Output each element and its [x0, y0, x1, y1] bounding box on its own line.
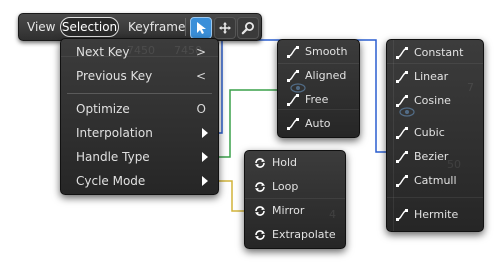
shortcut-label: >	[195, 45, 206, 59]
magnifier-icon	[241, 22, 254, 35]
move-tool-button[interactable]	[214, 17, 236, 39]
search-tool-button[interactable]	[237, 17, 259, 39]
submenu-arrow-icon	[202, 152, 208, 162]
menu-item-optimize[interactable]: Optimize O	[61, 99, 218, 119]
cycle-arrows-icon	[255, 182, 265, 192]
menu-item-mirror[interactable]: Mirror	[245, 200, 345, 222]
menu-item-cosine[interactable]: Cosine	[387, 90, 483, 112]
menu-item-cubic[interactable]: Cubic	[387, 122, 483, 144]
shortcut-label: <	[195, 69, 206, 83]
menu-item-linear[interactable]: Linear	[387, 66, 483, 88]
background-grid-line	[387, 197, 483, 198]
curve-icon	[396, 175, 408, 187]
background-grid-line	[245, 198, 345, 199]
selection-menu: 7450 7450 Next Key > Previous Key < Opti…	[60, 38, 219, 195]
curve-icon	[396, 47, 408, 59]
interpolation-menu: 7 50 Constant Linear Cosine Cubic Bezier…	[386, 39, 484, 232]
menu-item-aligned[interactable]: Aligned	[278, 65, 359, 87]
menu-item-smooth[interactable]: Smooth	[278, 41, 359, 63]
submenu-arrow-icon	[202, 128, 208, 138]
menu-selection[interactable]: Selection	[60, 17, 119, 37]
menu-item-handle-type[interactable]: Handle Type	[61, 147, 218, 167]
menu-view[interactable]: View	[27, 18, 55, 36]
menu-item-next-key[interactable]: Next Key >	[61, 42, 218, 62]
cycle-arrows-icon	[255, 230, 265, 240]
menu-item-previous-key[interactable]: Previous Key <	[61, 66, 218, 86]
cycle-arrows-icon	[255, 158, 265, 168]
move-cross-icon	[219, 22, 231, 34]
menu-item-auto[interactable]: Auto	[278, 113, 359, 135]
menu-item-extrapolate[interactable]: Extrapolate	[245, 224, 345, 246]
toolbar-divider	[185, 18, 186, 36]
arrow-cursor-icon	[197, 22, 206, 34]
menu-item-constant[interactable]: Constant	[387, 42, 483, 64]
curve-icon	[396, 209, 408, 221]
curve-icon	[287, 70, 299, 82]
menu-item-cycle-mode[interactable]: Cycle Mode	[61, 171, 218, 191]
menu-divider	[67, 93, 212, 94]
menu-item-hermite[interactable]: Hermite	[387, 204, 483, 226]
menu-item-loop[interactable]: Loop	[245, 176, 345, 198]
select-tool-button[interactable]	[190, 17, 212, 39]
curve-icon	[287, 46, 299, 58]
menu-item-interpolation[interactable]: Interpolation	[61, 123, 218, 143]
submenu-arrow-icon	[202, 176, 208, 186]
menu-item-hold[interactable]: Hold	[245, 152, 345, 174]
menu-item-catmull[interactable]: Catmull	[387, 170, 483, 192]
menu-item-bezier[interactable]: Bezier	[387, 146, 483, 168]
background-grid-line	[278, 63, 359, 64]
handle-type-menu: Smooth Aligned Free Auto	[277, 39, 360, 138]
menu-item-free[interactable]: Free	[278, 89, 359, 111]
menu-bar: View Selection Keyframe	[18, 13, 262, 41]
menu-keyframe[interactable]: Keyframe	[128, 18, 185, 36]
curve-icon	[287, 94, 299, 106]
shortcut-label: O	[196, 102, 206, 116]
cycle-mode-menu: 4 Hold Loop Mirror Extrapolate	[244, 150, 346, 249]
curve-icon	[396, 95, 408, 107]
curve-icon	[396, 151, 408, 163]
curve-icon	[287, 118, 299, 130]
curve-icon	[396, 71, 408, 83]
cycle-arrows-icon	[255, 206, 265, 216]
curve-icon	[396, 127, 408, 139]
